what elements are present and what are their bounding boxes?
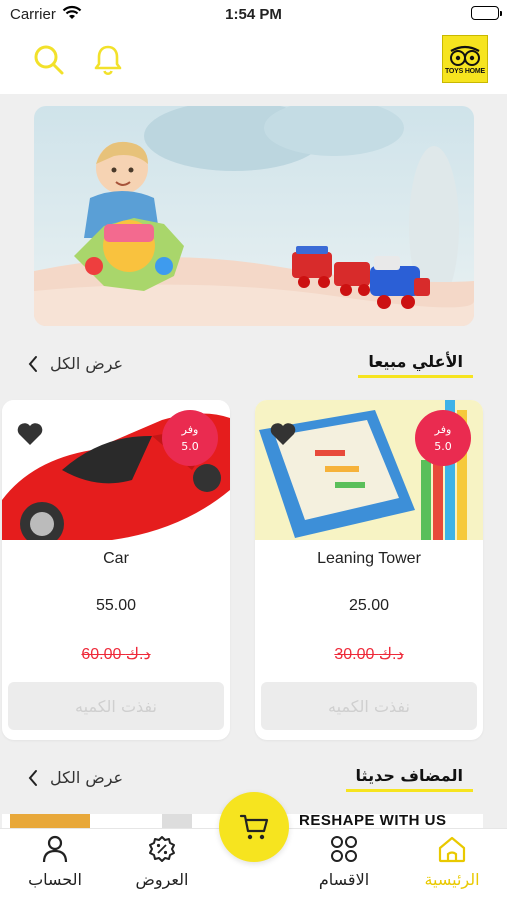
best-selling-title: الأعلي مبيعا (358, 352, 473, 378)
grid-icon (331, 836, 357, 862)
tab-offers-label: العروض (135, 870, 189, 889)
new-arrivals-view-all[interactable]: عرض الكل (28, 768, 123, 787)
home-icon (438, 836, 466, 863)
cart-icon (239, 814, 269, 840)
heart-icon (270, 423, 296, 445)
tab-offers[interactable]: العروض (107, 829, 217, 900)
cart-button[interactable] (219, 792, 289, 862)
discount-value: 5.0 (434, 439, 452, 453)
promo-banner[interactable] (34, 106, 474, 326)
best-selling-header: الأعلي مبيعا عرض الكل (0, 352, 507, 382)
discount-value: 5.0 (181, 439, 199, 453)
product-price: 25.00 (348, 597, 390, 614)
product-name[interactable]: Car (2, 550, 230, 568)
discount-badge: وفر 5.0 (162, 410, 218, 466)
view-all-label: عرض الكل (50, 768, 124, 787)
discount-label: وفر (181, 423, 199, 436)
tab-account[interactable]: الحساب (0, 829, 110, 900)
logo-text: TOYS HOME (444, 68, 486, 75)
heart-icon (17, 423, 43, 445)
product-price: 55.00 (95, 597, 137, 614)
out-of-stock-button[interactable]: نفذت الكميه (8, 682, 224, 730)
person-icon (42, 835, 68, 863)
tab-home[interactable]: الرئيسية (397, 829, 507, 900)
product-name[interactable]: Leaning Tower (255, 550, 483, 568)
search-button[interactable] (31, 42, 67, 78)
discount-label: وفر (434, 423, 452, 436)
product-card-peek[interactable] (2, 814, 230, 828)
favorite-button[interactable] (269, 422, 297, 450)
view-all-label: عرض الكل (50, 354, 124, 373)
status-bar: Carrier 1:54 PM (0, 0, 507, 30)
chevron-left-icon (28, 355, 37, 372)
logo-mark-icon (450, 45, 480, 66)
notifications-button[interactable] (90, 42, 126, 78)
top-bar: Carrier 1:54 PM TOYS HOME (0, 0, 507, 94)
out-of-stock-button[interactable]: نفذت الكميه (261, 682, 477, 730)
offers-icon (149, 836, 175, 862)
bell-icon (94, 45, 122, 75)
new-arrivals-title: المضاف حديثا (345, 766, 473, 792)
status-time: 1:54 PM (225, 6, 282, 23)
product-card-peek[interactable]: RESHAPE WITH US (255, 814, 483, 828)
chevron-left-icon (28, 769, 37, 786)
product-old-price: 30.00 د.ك (334, 646, 404, 663)
battery-icon (471, 6, 502, 20)
peek-text: RESHAPE WITH US (299, 814, 447, 828)
favorite-button[interactable] (16, 422, 44, 450)
product-old-price: 60.00 د.ك (81, 646, 151, 663)
product-card[interactable]: وفر 5.0 Car 55.00 60.00 د.ك نفذت الكميه (2, 400, 230, 740)
tab-home-label: الرئيسية (424, 870, 480, 889)
search-icon (34, 45, 64, 75)
banner-illustration (34, 106, 474, 326)
product-card[interactable]: وفر 5.0 Leaning Tower 25.00 30.00 د.ك نف… (255, 400, 483, 740)
tab-account-label: الحساب (28, 870, 82, 889)
discount-badge: وفر 5.0 (415, 410, 471, 466)
tab-categories[interactable]: الاقسام (289, 829, 399, 900)
toys-home-logo[interactable]: TOYS HOME (442, 35, 488, 83)
tab-categories-label: الاقسام (318, 870, 370, 889)
best-selling-view-all[interactable]: عرض الكل (28, 354, 123, 373)
